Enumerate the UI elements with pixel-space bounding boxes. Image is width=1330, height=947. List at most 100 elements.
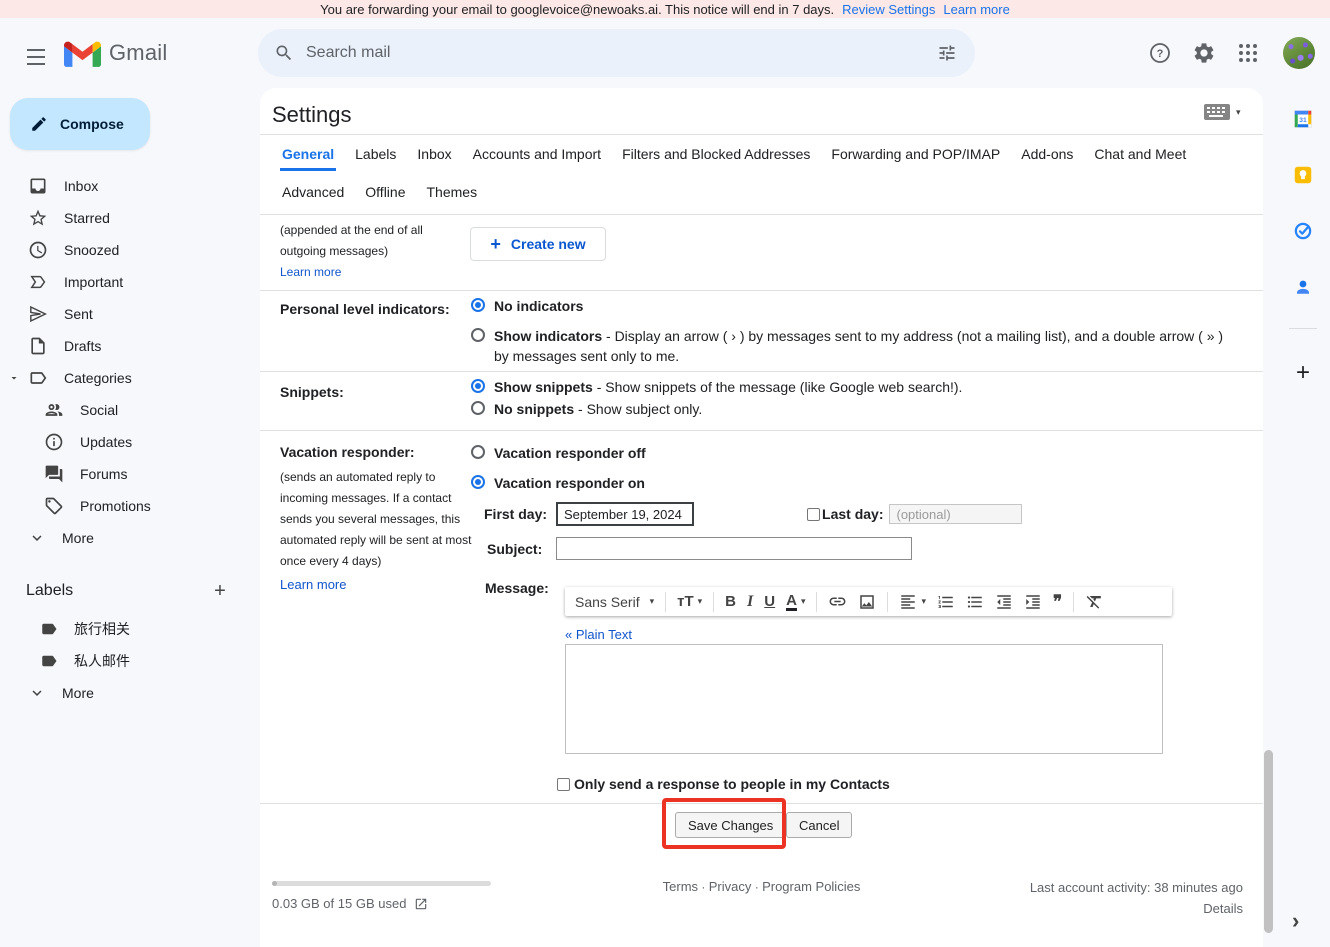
tab-accounts-and-import[interactable]: Accounts and Import [471, 138, 603, 171]
sidebar-item-social[interactable]: Social [0, 394, 248, 426]
tab-general[interactable]: General [280, 138, 336, 171]
create-label-button[interactable]: + [206, 577, 234, 605]
tab-addons[interactable]: Add-ons [1019, 138, 1075, 171]
tab-filters[interactable]: Filters and Blocked Addresses [620, 138, 812, 171]
tab-labels[interactable]: Labels [353, 138, 398, 171]
indent-increase-button[interactable] [1024, 593, 1042, 611]
contacts-only-checkbox[interactable] [557, 778, 570, 791]
pencil-icon [30, 115, 48, 133]
radio-unselected[interactable] [471, 328, 485, 342]
plain-text-link[interactable]: « Plain Text [565, 627, 632, 642]
remove-formatting-button[interactable] [1085, 592, 1104, 611]
last-day-input[interactable] [889, 504, 1022, 524]
radio-unselected[interactable] [471, 401, 485, 415]
people-icon [44, 400, 64, 420]
quote-button[interactable]: ❞ [1053, 593, 1062, 610]
first-day-row: First day: Last day: [484, 502, 1022, 526]
settings-gear-button[interactable] [1184, 33, 1224, 73]
sidebar-item-important[interactable]: Important [0, 266, 248, 298]
sidebar-item-drafts[interactable]: Drafts [0, 330, 248, 362]
radio-selected[interactable] [471, 379, 485, 393]
help-button[interactable]: ? [1140, 33, 1180, 73]
contacts-icon[interactable] [1294, 278, 1312, 296]
tab-forwarding[interactable]: Forwarding and POP/IMAP [829, 138, 1002, 171]
collapse-caret-icon[interactable] [8, 372, 20, 384]
sidebar-label-personal[interactable]: 私人邮件 [0, 645, 248, 677]
sidebar-item-snoozed[interactable]: Snoozed [0, 234, 248, 266]
terms-link[interactable]: Terms [663, 879, 698, 894]
tab-chat-and-meet[interactable]: Chat and Meet [1092, 138, 1188, 171]
sidebar-item-sent[interactable]: Sent [0, 298, 248, 330]
save-changes-button[interactable]: Save Changes [675, 812, 786, 838]
radio-selected[interactable] [471, 475, 485, 489]
first-day-input[interactable] [556, 502, 694, 526]
search-options-icon[interactable] [927, 33, 967, 73]
gmail-logo[interactable]: Gmail [64, 39, 167, 67]
vacation-message-textarea[interactable] [565, 644, 1163, 754]
hamburger-menu-button[interactable] [12, 33, 60, 81]
program-policies-link[interactable]: Program Policies [762, 879, 860, 894]
review-settings-link[interactable]: Review Settings [842, 2, 935, 17]
last-activity-text: Last account activity: 38 minutes ago [1030, 878, 1243, 898]
search-icon[interactable] [274, 43, 294, 63]
signature-learn-more-link[interactable]: Learn more [280, 265, 341, 279]
formatting-toolbar: Sans Serif ▾ тT ▾ B I U A ▾ ▾ ❞ [565, 587, 1172, 616]
open-in-new-icon[interactable] [414, 897, 428, 911]
calendar-icon[interactable]: 31 [1294, 110, 1312, 128]
tab-inbox[interactable]: Inbox [415, 138, 453, 171]
sidebar-item-more[interactable]: More [0, 522, 248, 554]
sidebar-label-travel[interactable]: 旅行相关 [0, 613, 248, 645]
bulleted-list-button[interactable] [966, 593, 984, 611]
text-color-button[interactable]: A ▾ [786, 593, 805, 611]
underline-button[interactable]: U [764, 593, 775, 610]
tasks-icon[interactable] [1294, 222, 1312, 240]
sidebar-labels-more[interactable]: More [0, 677, 248, 709]
sidebar-item-label: More [62, 685, 94, 701]
cancel-button[interactable]: Cancel [786, 812, 852, 838]
bold-button[interactable]: B [725, 593, 736, 610]
sidebar-item-inbox[interactable]: Inbox [0, 170, 248, 202]
last-day-checkbox[interactable] [807, 508, 820, 521]
chevron-down-icon [28, 529, 46, 547]
search-input[interactable] [306, 44, 927, 62]
account-activity: Last account activity: 38 minutes ago De… [1030, 878, 1243, 919]
bulleted-list-icon [966, 593, 984, 611]
sidebar-item-forums[interactable]: Forums [0, 458, 248, 490]
details-link[interactable]: Details [1203, 901, 1243, 916]
numbered-list-button[interactable] [937, 593, 955, 611]
radio-unselected[interactable] [471, 445, 485, 459]
insert-image-button[interactable] [858, 593, 876, 611]
first-day-label: First day: [484, 506, 547, 522]
indent-decrease-button[interactable] [995, 593, 1013, 611]
sidebar-item-categories[interactable]: Categories [0, 362, 248, 394]
get-addons-button[interactable]: + [1290, 360, 1316, 386]
input-method-selector[interactable]: ▾ [1204, 104, 1241, 120]
tab-themes[interactable]: Themes [425, 176, 480, 209]
keep-icon[interactable] [1294, 166, 1312, 184]
avatar[interactable] [1283, 37, 1315, 69]
italic-button[interactable]: I [747, 593, 753, 611]
privacy-link[interactable]: Privacy [709, 879, 752, 894]
scrollbar-thumb[interactable] [1264, 750, 1273, 933]
sidebar-item-starred[interactable]: Starred [0, 202, 248, 234]
sidebar: Compose Inbox Starred Snoozed Important … [0, 88, 256, 947]
insert-link-button[interactable] [828, 592, 847, 611]
compose-button[interactable]: Compose [10, 98, 150, 150]
show-side-panel-chevron[interactable]: › [1292, 908, 1299, 934]
google-apps-button[interactable] [1228, 33, 1268, 73]
numbered-list-icon [937, 593, 955, 611]
font-size-button[interactable]: тT ▾ [677, 593, 702, 610]
sidebar-item-updates[interactable]: Updates [0, 426, 248, 458]
radio-selected[interactable] [471, 298, 485, 312]
font-family-select[interactable]: Sans Serif ▾ [575, 594, 654, 610]
align-button[interactable]: ▾ [899, 593, 926, 611]
sidebar-item-promotions[interactable]: Promotions [0, 490, 248, 522]
create-new-signature-button[interactable]: + Create new [470, 227, 606, 261]
tab-advanced[interactable]: Advanced [280, 176, 346, 209]
subject-input[interactable] [556, 537, 912, 560]
banner-learn-more-link[interactable]: Learn more [943, 2, 1009, 17]
vacation-learn-more-link[interactable]: Learn more [280, 577, 346, 592]
tab-offline[interactable]: Offline [363, 176, 407, 209]
search-bar[interactable] [258, 29, 975, 77]
forum-icon [44, 464, 64, 484]
